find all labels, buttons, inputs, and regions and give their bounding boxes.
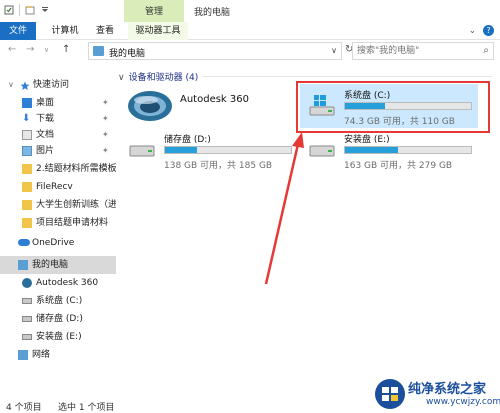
nav-item-label: FileRecv <box>36 182 73 192</box>
drive-icon <box>22 334 32 340</box>
drive-label: 安装盘 (E:) <box>344 135 390 145</box>
group-divider <box>202 76 492 77</box>
nav-item-onedrive[interactable]: OneDrive <box>0 234 116 252</box>
nav-item-drive-e[interactable]: 安装盘 (E:) <box>0 328 116 346</box>
autodesk-icon <box>22 278 32 288</box>
watermark-text: 纯净系统之家 <box>408 382 487 397</box>
nav-item-autodesk[interactable]: Autodesk 360 <box>0 274 116 292</box>
nav-item-label: Autodesk 360 <box>36 278 99 288</box>
nav-item-label: 项目结题申请材料 <box>36 218 109 228</box>
nav-item-label: 2.结题材料所需模板 <box>36 164 116 174</box>
nav-item-pictures[interactable]: 图片 ✦ <box>0 142 116 160</box>
navigation-pane: ∨ 快速访问 桌面 ✦ ⬇ 下载 ✦ 文档 ✦ 图片 ✦ 2.结题材料所需模板 … <box>0 62 116 397</box>
drive-icon <box>129 145 155 157</box>
recent-locations-icon[interactable]: ∨ <box>44 46 49 54</box>
autodesk-icon <box>128 91 172 121</box>
chevron-down-icon[interactable]: ∨ <box>331 46 337 55</box>
group-header-label: 设备和驱动器 (4) <box>128 73 199 83</box>
drive-e[interactable]: 安装盘 (E:) 163 GB 可用，共 279 GB <box>300 128 478 172</box>
tab-computer[interactable]: 计算机 <box>48 22 82 40</box>
nav-item-label: 系统盘 (C:) <box>36 296 83 306</box>
network-icon <box>18 350 28 360</box>
customize-toolbar-icon[interactable] <box>40 5 50 15</box>
annotation-highlight-box <box>296 81 490 133</box>
watermark-logo: 纯净系统之家 www.ycwjzy.com <box>370 376 500 413</box>
drive-d[interactable]: 储存盘 (D:) 138 GB 可用，共 185 GB <box>120 128 298 172</box>
group-header[interactable]: ∨ 设备和驱动器 (4) <box>118 70 198 83</box>
nav-item-label: 网络 <box>32 350 51 360</box>
search-box[interactable]: ⌕ <box>352 42 494 60</box>
nav-item-label: 储存盘 (D:) <box>36 314 83 324</box>
nav-item-this-pc[interactable]: 我的电脑 <box>0 256 116 274</box>
drive-icon <box>309 145 335 157</box>
quick-access-toolbar <box>4 4 50 16</box>
drive-capacity: 138 GB 可用，共 185 GB <box>164 161 273 171</box>
download-icon: ⬇ <box>22 113 31 124</box>
nav-item-folder-innovation[interactable]: 大学生创新训练（进 <box>0 196 116 214</box>
nav-item-folder-application[interactable]: 项目结题申请材料 <box>0 214 116 232</box>
nav-item-network[interactable]: 网络 <box>0 346 116 364</box>
nav-item-quick-access[interactable]: ∨ 快速访问 <box>0 76 116 94</box>
title-bar: 管理 我的电脑 <box>0 0 500 22</box>
folder-icon <box>22 182 32 192</box>
nav-item-label: 安装盘 (E:) <box>36 332 82 342</box>
new-folder-icon[interactable] <box>25 5 35 15</box>
ribbon-controls: ⌄ ? <box>469 25 494 36</box>
toolbar-separator <box>19 4 20 16</box>
picture-icon <box>22 146 32 156</box>
address-row: ← → ∨ ↑ 我的电脑 ∨ ↻ ⌕ <box>0 40 500 62</box>
watermark-mark-icon <box>375 379 405 409</box>
nav-item-folder-templates[interactable]: 2.结题材料所需模板 <box>0 160 116 178</box>
computer-icon <box>18 260 28 270</box>
document-icon <box>22 130 32 140</box>
nav-item-folder-filerecv[interactable]: FileRecv <box>0 178 116 196</box>
address-bar[interactable]: 我的电脑 ∨ <box>88 42 342 60</box>
search-icon[interactable]: ⌕ <box>483 45 489 56</box>
chevron-down-icon[interactable]: ⌄ <box>469 26 477 36</box>
drive-usage-bar <box>164 146 292 154</box>
drive-usage-bar <box>344 146 472 154</box>
status-item-count: 4 个项目 <box>6 403 42 413</box>
pin-icon[interactable]: ✦ <box>102 142 109 160</box>
tab-drive-tools[interactable]: 驱动器工具 <box>128 22 188 40</box>
nav-item-label: OneDrive <box>32 238 75 248</box>
forward-icon[interactable]: → <box>26 44 34 55</box>
drive-icon <box>22 298 32 304</box>
address-path: 我的电脑 <box>109 49 146 59</box>
window-title: 我的电脑 <box>194 8 231 18</box>
ribbon: 文件 计算机 查看 驱动器工具 ⌄ ? <box>0 22 500 40</box>
drive-icon <box>22 316 32 322</box>
tab-view[interactable]: 查看 <box>94 22 116 40</box>
desktop-icon <box>22 98 32 108</box>
computer-icon <box>93 46 104 56</box>
folder-icon <box>22 200 32 210</box>
watermark-url: www.ycwjzy.com <box>426 397 500 407</box>
nav-item-drive-c[interactable]: 系统盘 (C:) <box>0 292 116 310</box>
properties-icon[interactable] <box>4 5 14 15</box>
nav-item-label: 图片 <box>36 146 55 156</box>
drive-usage-fill <box>165 147 197 153</box>
folder-icon <box>22 218 32 228</box>
chevron-down-icon[interactable]: ∨ <box>118 73 125 83</box>
nav-item-drive-d[interactable]: 储存盘 (D:) <box>0 310 116 328</box>
autodesk-360-item[interactable]: Autodesk 360 <box>122 86 292 126</box>
status-selected: 选中 1 个项目 <box>58 403 115 413</box>
drive-label: 储存盘 (D:) <box>164 135 211 145</box>
up-icon[interactable]: ↑ <box>62 44 70 55</box>
star-icon <box>20 80 30 90</box>
nav-item-label: 大学生创新训练（进 <box>36 200 116 210</box>
tab-file[interactable]: 文件 <box>0 22 36 40</box>
help-icon[interactable]: ? <box>483 25 494 36</box>
search-input[interactable] <box>353 43 477 59</box>
nav-item-label: 快速访问 <box>33 80 70 90</box>
back-icon[interactable]: ← <box>8 44 16 55</box>
drive-usage-fill <box>345 147 398 153</box>
folder-icon <box>22 164 32 174</box>
chevron-down-icon[interactable]: ∨ <box>8 76 14 94</box>
nav-item-label: 我的电脑 <box>32 260 69 270</box>
context-tab-manage[interactable]: 管理 <box>124 0 184 22</box>
cloud-icon <box>18 239 30 246</box>
drive-capacity: 163 GB 可用，共 279 GB <box>344 161 453 171</box>
item-label: Autodesk 360 <box>180 94 249 105</box>
